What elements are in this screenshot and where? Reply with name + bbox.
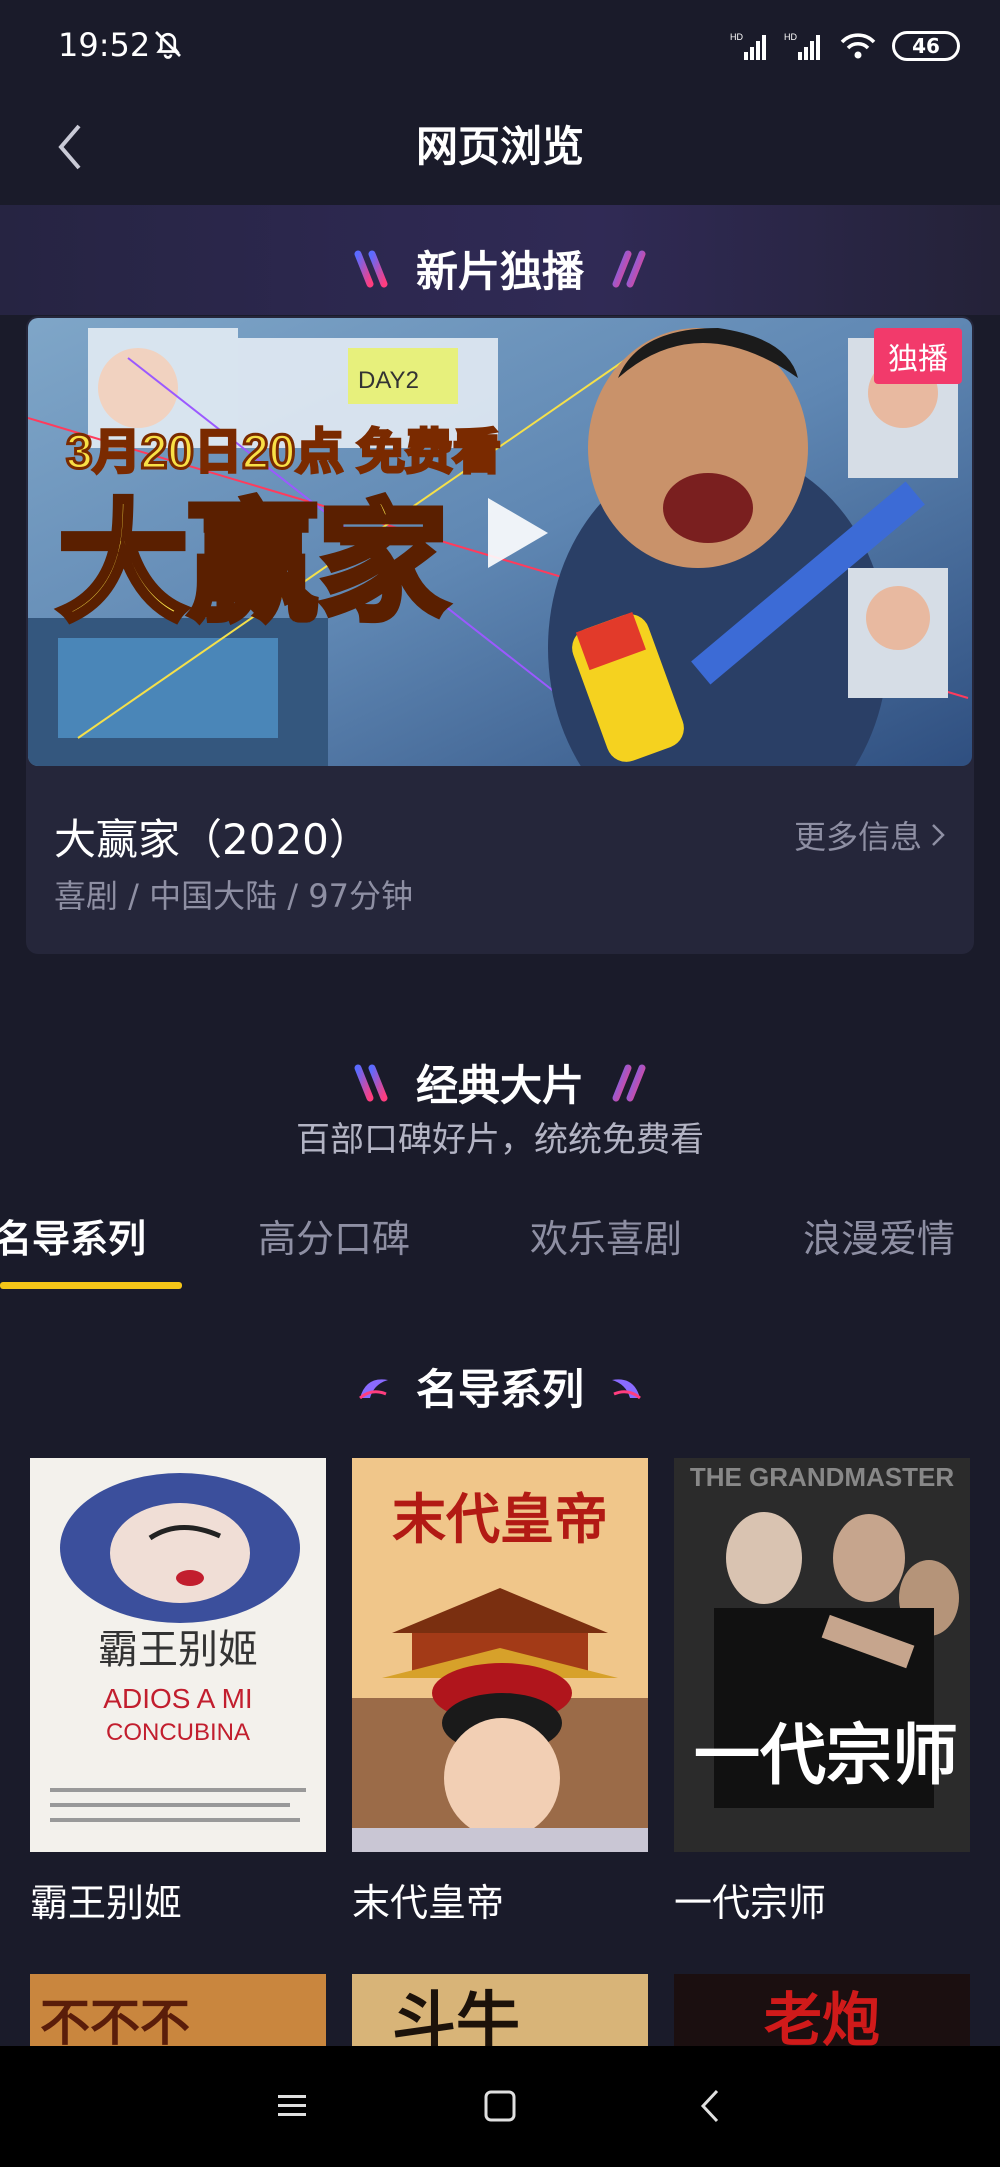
wifi-icon xyxy=(840,33,876,59)
section-title-text: 名导系列 xyxy=(415,1365,584,1414)
poster-cn-text: 不不不 xyxy=(40,1993,190,2046)
poster-artwork: 末代皇帝 xyxy=(352,1458,648,1852)
slash-decoration-icon xyxy=(612,250,646,287)
page-title: 网页浏览 xyxy=(415,122,584,171)
home-button[interactable] xyxy=(470,2076,530,2136)
movie-poster[interactable]: 霸王别姬 ADIOS A MI CONCUBINA xyxy=(30,1458,326,1852)
battery-icon: 46 xyxy=(892,31,960,61)
more-info-label: 更多信息 xyxy=(793,818,922,856)
poster-artwork: THE GRANDMASTER 一代宗师 xyxy=(674,1458,970,1852)
section-title-text: 经典大片 xyxy=(415,1061,584,1110)
wing-decoration-icon xyxy=(359,1378,388,1399)
slash-decoration-icon xyxy=(612,1064,646,1101)
svg-text:HD: HD xyxy=(730,32,743,42)
nav-back-button[interactable] xyxy=(680,2076,740,2136)
more-info-link[interactable]: 更多信息 xyxy=(794,812,946,858)
section-title-text: 新片独播 xyxy=(415,247,584,296)
category-tabs: 名导系列 高分口碑 欢乐喜剧 浪漫爱情 xyxy=(0,1190,1000,1290)
featured-movie-meta: 喜剧 / 中国大陆 / 97分钟 xyxy=(54,877,413,915)
movie-poster[interactable]: 斗牛 xyxy=(352,1974,648,2046)
featured-poster[interactable]: DAY2 3月20日20点 免费看 大赢家 独播 xyxy=(28,318,972,766)
svg-text:HD: HD xyxy=(784,32,797,42)
movie-card[interactable]: 末代皇帝 末代皇帝 xyxy=(352,1458,648,1927)
movie-poster[interactable]: THE GRANDMASTER 一代宗师 xyxy=(674,1458,970,1852)
poster-cn-text: 斗牛 xyxy=(392,1985,520,2046)
poster-cn-text: 末代皇帝 xyxy=(392,1487,608,1551)
poster-en-text: ADIOS A MI xyxy=(103,1683,252,1714)
tab-director-series[interactable]: 名导系列 xyxy=(0,1208,146,1263)
home-square-icon xyxy=(484,2090,516,2122)
featured-movie-title: 大赢家（2020） xyxy=(54,815,371,864)
menu-button[interactable] xyxy=(262,2076,322,2136)
poster-cn-text: 霸王别姬 xyxy=(98,1627,258,1673)
status-bar: 19:52 HD HD 46 xyxy=(0,0,1000,90)
play-icon[interactable] xyxy=(468,488,558,578)
movie-name: 霸王别姬 xyxy=(30,1881,183,1925)
signal-hd-icon: HD xyxy=(730,32,766,60)
poster-en-text: CONCUBINA xyxy=(106,1719,250,1746)
poster-cn-text: 老炮 xyxy=(764,1986,880,2046)
bell-muted-icon xyxy=(155,31,181,59)
slash-decoration-icon xyxy=(354,250,388,287)
classics-title: 经典大片 xyxy=(0,1052,1000,1113)
active-tab-indicator xyxy=(0,1282,182,1289)
signal-hd-icon: HD xyxy=(784,32,820,60)
menu-icon xyxy=(278,2095,306,2116)
status-icons: HD HD 46 xyxy=(730,26,960,66)
movie-poster[interactable]: 不不不 xyxy=(30,1974,326,2046)
new-releases-title: 新片独播 xyxy=(0,238,1000,299)
movie-poster[interactable]: 末代皇帝 xyxy=(352,1458,648,1852)
poster-note: DAY2 xyxy=(358,367,419,394)
poster-artwork: 不不不 xyxy=(30,1974,326,2046)
featured-movie-card[interactable]: DAY2 3月20日20点 免费看 大赢家 独播 大赢家（2020） 喜剧 / … xyxy=(26,316,974,954)
movie-card[interactable]: 老炮 xyxy=(674,1974,970,2046)
director-series-title: 名导系列 xyxy=(0,1356,1000,1417)
chevron-left-icon xyxy=(700,2089,719,2123)
system-nav-bar xyxy=(0,2046,1000,2167)
poster-en-text: THE GRANDMASTER xyxy=(690,1462,955,1492)
tab-romance[interactable]: 浪漫爱情 xyxy=(803,1208,955,1263)
movie-card[interactable]: THE GRANDMASTER 一代宗师 一代宗师 xyxy=(674,1458,970,1927)
movie-card[interactable]: 斗牛 xyxy=(352,1974,648,2046)
movie-card[interactable]: 霸王别姬 ADIOS A MI CONCUBINA 霸王别姬 xyxy=(30,1458,326,1927)
tab-comedy[interactable]: 欢乐喜剧 xyxy=(530,1208,682,1263)
poster-subtitle-text: 3月20日20点 免费看 xyxy=(66,426,501,479)
movie-name: 末代皇帝 xyxy=(352,1881,505,1925)
slash-decoration-icon xyxy=(354,1064,388,1101)
poster-cn-text: 一代宗师 xyxy=(694,1716,958,1794)
classics-subtitle: 百部口碑好片，统统免费看 xyxy=(296,1120,704,1160)
poster-title-text: 大赢家 xyxy=(58,487,448,639)
movie-card[interactable]: 不不不 xyxy=(30,1974,326,2046)
poster-artwork: 斗牛 xyxy=(352,1974,648,2046)
poster-artwork: 老炮 xyxy=(674,1974,970,2046)
movie-poster[interactable]: 老炮 xyxy=(674,1974,970,2046)
header: 网页浏览 xyxy=(0,90,1000,210)
movie-name: 一代宗师 xyxy=(674,1881,827,1925)
tab-high-rating[interactable]: 高分口碑 xyxy=(258,1208,410,1263)
status-time: 19:52 xyxy=(58,26,151,64)
wing-decoration-icon xyxy=(612,1378,641,1399)
chevron-right-icon xyxy=(932,824,945,846)
exclusive-badge: 独播 xyxy=(874,328,962,384)
poster-artwork: 霸王别姬 ADIOS A MI CONCUBINA xyxy=(30,1458,326,1852)
